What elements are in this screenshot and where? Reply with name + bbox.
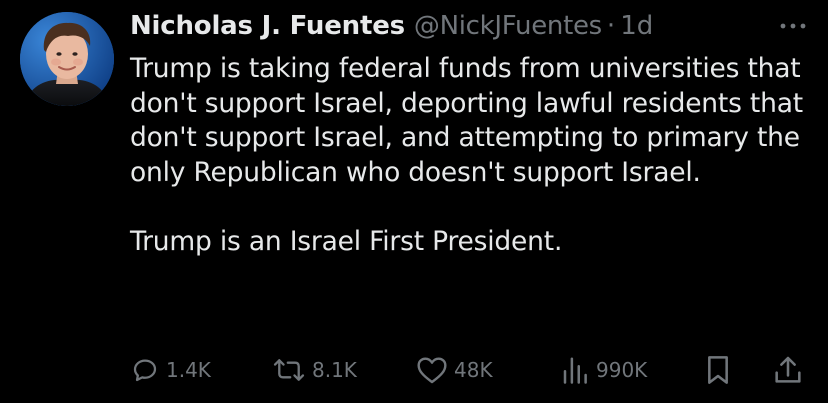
tweet-header: Nicholas J. Fuentes @NickJFuentes · 1d <box>130 8 653 44</box>
retweet-count: 8.1K <box>312 358 357 382</box>
tweet-text: Trump is taking federal funds from unive… <box>130 52 820 259</box>
tweet-paragraph: Trump is taking federal funds from unive… <box>130 53 803 188</box>
like-count: 48K <box>454 358 493 382</box>
reply-icon <box>130 355 160 385</box>
bookmark-icon <box>704 354 732 386</box>
views-button[interactable]: 990K <box>560 350 647 390</box>
display-name[interactable]: Nicholas J. Fuentes <box>130 11 405 41</box>
tweet-actions: 1.4K 8.1K 48K 990K <box>0 350 828 390</box>
share-button[interactable] <box>772 350 804 390</box>
separator-dot: · <box>606 11 616 41</box>
share-icon <box>772 354 804 386</box>
like-button[interactable]: 48K <box>416 350 493 390</box>
paragraph-break <box>130 190 820 225</box>
reply-button[interactable]: 1.4K <box>130 350 211 390</box>
tweet-card[interactable]: Nicholas J. Fuentes @NickJFuentes · 1d T… <box>0 0 828 403</box>
avatar[interactable] <box>20 12 114 106</box>
views-icon <box>560 355 590 385</box>
user-handle[interactable]: @NickJFuentes <box>414 11 602 41</box>
bookmark-button[interactable] <box>704 350 732 390</box>
heart-icon <box>416 355 448 385</box>
profile-photo-icon <box>20 12 114 106</box>
retweet-button[interactable]: 8.1K <box>272 350 357 390</box>
timestamp[interactable]: 1d <box>620 11 653 41</box>
views-count: 990K <box>596 358 648 382</box>
retweet-icon <box>272 355 306 385</box>
more-icon <box>780 23 806 29</box>
tweet-paragraph: Trump is an Israel First President. <box>130 225 563 257</box>
more-options-button[interactable] <box>775 12 811 40</box>
reply-count: 1.4K <box>166 358 211 382</box>
